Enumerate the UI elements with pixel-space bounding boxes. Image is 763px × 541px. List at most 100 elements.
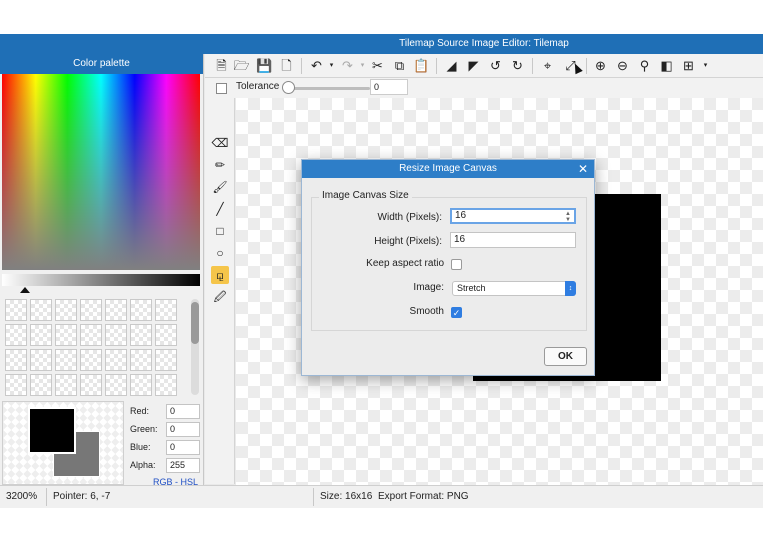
flip-vertical-icon[interactable]: ◤	[465, 57, 482, 74]
open-folder-icon[interactable]: 🗁	[233, 57, 250, 74]
swatch[interactable]	[130, 349, 152, 371]
eraser-icon[interactable]: ⌫	[211, 134, 229, 152]
image-mode-label: Image:	[413, 282, 444, 293]
alpha-input[interactable]: 255	[166, 458, 200, 473]
swatch[interactable]	[55, 324, 77, 346]
red-input[interactable]: 0	[166, 404, 200, 419]
zoom-status: 3200%	[6, 491, 38, 502]
swatch[interactable]	[155, 349, 177, 371]
swatch[interactable]	[5, 349, 27, 371]
ellipse-icon[interactable]: ○	[211, 244, 229, 262]
crop-icon[interactable]: ⌖	[539, 57, 556, 74]
swatch-grid	[5, 299, 185, 396]
image-mode-select[interactable]: Stretch ↕	[452, 281, 576, 296]
swatch[interactable]	[155, 324, 177, 346]
toggle-background-icon[interactable]: ◧	[658, 57, 675, 74]
window-title: Tilemap Source Image Editor: Tilemap	[399, 38, 569, 49]
swatch[interactable]	[30, 324, 52, 346]
foreground-color-swatch[interactable]	[28, 407, 76, 454]
swatch[interactable]	[5, 299, 27, 321]
height-label: Height (Pixels):	[374, 236, 442, 247]
palette-title: Color palette	[0, 54, 203, 74]
paste-icon[interactable]: 📋	[413, 57, 430, 74]
swatch[interactable]	[130, 299, 152, 321]
keep-aspect-checkbox[interactable]	[451, 259, 462, 270]
copy-icon[interactable]: ⧉	[391, 57, 408, 74]
swatch-scrollbar-thumb[interactable]	[191, 302, 199, 344]
toolbar-separator	[301, 58, 302, 74]
swatch[interactable]	[105, 324, 127, 346]
swatch[interactable]	[155, 299, 177, 321]
swatch[interactable]	[105, 299, 127, 321]
fill-bucket-icon[interactable]: ⚼	[211, 266, 229, 284]
status-separator	[313, 488, 314, 506]
color-spectrum[interactable]	[2, 74, 200, 270]
cut-icon[interactable]: ✂	[369, 57, 386, 74]
swatch[interactable]	[55, 349, 77, 371]
keep-aspect-label: Keep aspect ratio	[366, 258, 444, 269]
alpha-label: Alpha:	[130, 460, 156, 470]
red-label: Red:	[130, 406, 150, 416]
swatch[interactable]	[105, 374, 127, 396]
grayscale-bar[interactable]	[2, 274, 200, 286]
brush-icon[interactable]: 🖌	[211, 178, 229, 196]
green-label: Green:	[130, 424, 158, 434]
pencil-icon[interactable]: ✏	[211, 156, 229, 174]
chevron-updown-icon[interactable]: ↕	[565, 281, 576, 296]
smooth-checkbox[interactable]: ✓	[451, 307, 462, 318]
swatch[interactable]	[5, 324, 27, 346]
zoom-in-icon[interactable]: ⊕	[592, 57, 609, 74]
zoom-out-icon[interactable]: ⊖	[614, 57, 631, 74]
eyedropper-icon[interactable]: 🖉	[211, 288, 229, 306]
tolerance-label: Tolerance	[236, 81, 280, 92]
tolerance-slider-track[interactable]	[288, 87, 370, 90]
pointer-status: Pointer: 6, -7	[53, 491, 111, 502]
swatch[interactable]	[30, 374, 52, 396]
height-input[interactable]: 16	[450, 232, 576, 248]
line-icon[interactable]: ╱	[211, 200, 229, 218]
canvas-size-group-label: Image Canvas Size	[319, 190, 412, 201]
blue-label: Blue:	[130, 442, 151, 452]
tolerance-checkbox[interactable]	[216, 83, 227, 94]
smooth-label: Smooth	[409, 306, 444, 317]
tolerance-value[interactable]: 0	[370, 79, 408, 95]
rotate-left-icon[interactable]: ↺	[487, 57, 504, 74]
swatch[interactable]	[130, 374, 152, 396]
toolbar-separator	[436, 58, 437, 74]
width-input[interactable]: 16 ▲ ▼	[450, 208, 576, 224]
swatch[interactable]	[80, 299, 102, 321]
grayscale-marker[interactable]	[20, 287, 30, 293]
flip-horizontal-icon[interactable]: ◢	[443, 57, 460, 74]
swatch[interactable]	[80, 374, 102, 396]
blue-input[interactable]: 0	[166, 440, 200, 455]
swatch[interactable]	[5, 374, 27, 396]
swatch[interactable]	[105, 349, 127, 371]
export-icon[interactable]: 🗋	[278, 57, 295, 74]
zoom-reset-icon[interactable]: ⚲	[636, 57, 653, 74]
dialog-title-bar: Resize Image Canvas ✕	[302, 160, 594, 178]
export-format-status: Export Format: PNG	[378, 491, 469, 502]
rectangle-icon[interactable]: □	[211, 222, 229, 240]
swatch[interactable]	[30, 349, 52, 371]
tolerance-slider-thumb[interactable]	[282, 81, 295, 94]
width-stepper-icon[interactable]: ▲ ▼	[565, 211, 571, 223]
tolerance-bar: Tolerance 0	[205, 78, 763, 98]
grid-dropdown-icon[interactable]: ▾	[697, 57, 714, 74]
swatch[interactable]	[80, 349, 102, 371]
save-icon[interactable]: 💾	[256, 57, 273, 74]
swatch[interactable]	[130, 324, 152, 346]
main-toolbar: 🗎 🗁 💾 🗋 ↶ ▾ ↷ ▾ ✂ ⧉ 📋 ◢ ◤ ↺ ↻ ⌖ ⤢ ⊕ ⊖ ⚲ …	[205, 54, 763, 78]
close-icon[interactable]: ✕	[578, 160, 588, 178]
rotate-right-icon[interactable]: ↻	[509, 57, 526, 74]
swatch[interactable]	[55, 299, 77, 321]
undo-dropdown-icon[interactable]: ▾	[323, 57, 340, 74]
drawing-tools: ⌫ ✏ 🖌 ╱ □ ○ ⚼ 🖉	[205, 98, 235, 484]
grid-icon[interactable]: ⊞	[680, 57, 697, 74]
new-file-icon[interactable]: 🗎	[213, 57, 230, 74]
swatch[interactable]	[80, 324, 102, 346]
swatch[interactable]	[30, 299, 52, 321]
ok-button[interactable]: OK	[544, 347, 587, 366]
swatch[interactable]	[55, 374, 77, 396]
green-input[interactable]: 0	[166, 422, 200, 437]
swatch[interactable]	[155, 374, 177, 396]
